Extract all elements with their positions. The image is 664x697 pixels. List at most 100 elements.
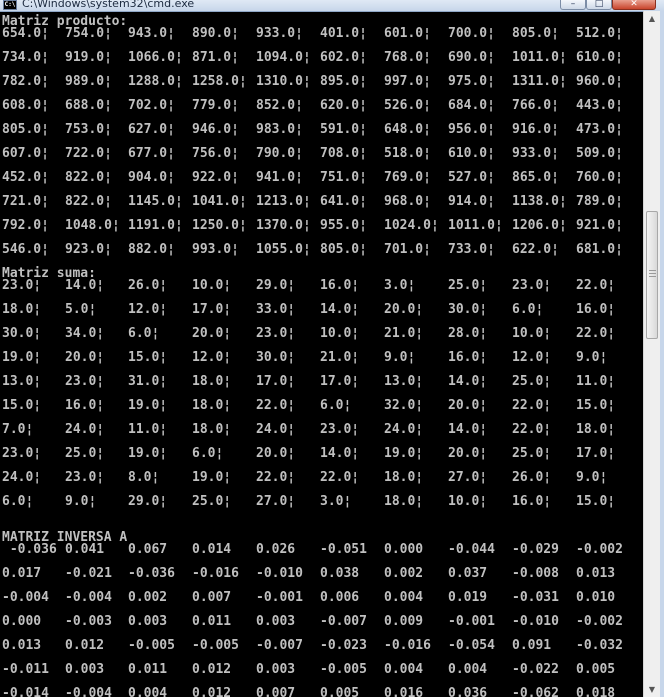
matrix-cell: 708.0¦ bbox=[320, 146, 367, 161]
matrix-cell: 760.0¦ bbox=[576, 170, 623, 185]
matrix-cell: -0.007 bbox=[256, 638, 303, 653]
matrix-cell: 733.0¦ bbox=[448, 242, 495, 257]
matrix-cell: 22.0¦ bbox=[512, 398, 552, 413]
matrix-cell: 620.0¦ bbox=[320, 98, 367, 113]
matrix-cell: 890.0¦ bbox=[192, 26, 239, 41]
matrix-cell: 922.0¦ bbox=[192, 170, 239, 185]
matrix-cell: 16.0¦ bbox=[448, 350, 488, 365]
matrix-cell: -0.032 bbox=[576, 638, 623, 653]
matrix-cell: 12.0¦ bbox=[512, 350, 552, 365]
matrix-cell: 919.0¦ bbox=[65, 50, 112, 65]
matrix-cell: -0.005 bbox=[192, 638, 239, 653]
matrix-cell: 23.0¦ bbox=[65, 374, 105, 389]
matrix-cell: 960.0¦ bbox=[576, 74, 623, 89]
matrix-cell: 16.0¦ bbox=[512, 494, 552, 509]
matrix-cell: 882.0¦ bbox=[128, 242, 175, 257]
minimize-button[interactable]: – bbox=[560, 0, 586, 10]
cmd-app-icon: C:\ bbox=[3, 0, 17, 10]
matrix-cell: -0.007 bbox=[320, 614, 367, 629]
matrix-cell: 16.0¦ bbox=[320, 278, 360, 293]
matrix-cell: 15.0¦ bbox=[128, 350, 168, 365]
matrix-cell: 10.0¦ bbox=[448, 494, 488, 509]
matrix-cell: -0.014 bbox=[2, 686, 49, 697]
matrix-cell: 681.0¦ bbox=[576, 242, 623, 257]
matrix-cell: 0.002 bbox=[384, 566, 424, 581]
matrix-cell: 17.0¦ bbox=[192, 302, 232, 317]
matrix-cell: 24.0¦ bbox=[2, 470, 42, 485]
matrix-cell: 23.0¦ bbox=[320, 422, 360, 437]
matrix-cell: 0.011 bbox=[192, 614, 232, 629]
matrix-cell: 25.0¦ bbox=[192, 494, 232, 509]
matrix-cell: 20.0¦ bbox=[256, 446, 296, 461]
matrix-cell: -0.016 bbox=[384, 638, 431, 653]
matrix-cell: 648.0¦ bbox=[384, 122, 431, 137]
scrollbar-thumb[interactable] bbox=[646, 211, 658, 339]
matrix-cell: 23.0¦ bbox=[2, 278, 42, 293]
matrix-cell: 19.0¦ bbox=[128, 446, 168, 461]
matrix-cell: 23.0¦ bbox=[256, 326, 296, 341]
matrix-cell: 23.0¦ bbox=[2, 446, 42, 461]
matrix-cell: -0.001 bbox=[256, 590, 303, 605]
matrix-cell: 852.0¦ bbox=[256, 98, 303, 113]
matrix-cell: -0.003 bbox=[65, 614, 112, 629]
matrix-cell: 1191.0¦ bbox=[128, 218, 183, 233]
matrix-cell: 0.013 bbox=[576, 566, 616, 581]
matrix-cell: 9.0¦ bbox=[65, 494, 97, 509]
matrix-cell: 684.0¦ bbox=[448, 98, 495, 113]
matrix-cell: 933.0¦ bbox=[512, 146, 559, 161]
matrix-cell: 20.0¦ bbox=[65, 350, 105, 365]
matrix-cell: 700.0¦ bbox=[448, 26, 495, 41]
matrix-cell: 18.0¦ bbox=[384, 494, 424, 509]
matrix-cell: 751.0¦ bbox=[320, 170, 367, 185]
scroll-down-icon[interactable]: ▼ bbox=[644, 682, 660, 697]
matrix-cell: -0.031 bbox=[512, 590, 559, 605]
console-output[interactable]: Matriz producto: 654.0¦ 754.0¦ 943.0¦ 890.0¦… bbox=[0, 11, 640, 697]
matrix-cell: 518.0¦ bbox=[384, 146, 431, 161]
matrix-cell: 1311.0¦ bbox=[512, 74, 567, 89]
matrix-cell: 3.0¦ bbox=[320, 494, 352, 509]
matrix-cell: 721.0¦ bbox=[2, 194, 49, 209]
maximize-button[interactable]: □ bbox=[586, 0, 612, 10]
matrix-cell: 14.0¦ bbox=[65, 278, 105, 293]
matrix-cell: 30.0¦ bbox=[2, 326, 42, 341]
matrix-cell: 701.0¦ bbox=[384, 242, 431, 257]
matrix-cell: 0.011 bbox=[128, 662, 168, 677]
matrix-cell: 0.018 bbox=[576, 686, 616, 697]
matrix-cell: -0.010 bbox=[512, 614, 559, 629]
matrix-cell: 943.0¦ bbox=[128, 26, 175, 41]
matrix-cell: 24.0¦ bbox=[65, 422, 105, 437]
scroll-up-icon[interactable]: ▲ bbox=[644, 11, 660, 26]
vertical-scrollbar[interactable]: ▲ ▼ bbox=[643, 11, 660, 697]
matrix-cell: 23.0¦ bbox=[65, 470, 105, 485]
matrix-cell: 0.000 bbox=[2, 614, 42, 629]
matrix-cell: 30.0¦ bbox=[448, 302, 488, 317]
matrix-cell: 20.0¦ bbox=[448, 446, 488, 461]
matrix-cell: 6.0¦ bbox=[128, 326, 160, 341]
matrix-cell: 0.007 bbox=[192, 590, 232, 605]
matrix-cell: 1055.0¦ bbox=[256, 242, 311, 257]
matrix-cell: -0.002 bbox=[576, 542, 623, 557]
matrix-cell: 0.009 bbox=[384, 614, 424, 629]
matrix-cell: 9.0¦ bbox=[576, 470, 608, 485]
matrix-cell: 0.000 bbox=[384, 542, 424, 557]
matrix-cell: 10.0¦ bbox=[320, 326, 360, 341]
matrix-cell: -0.044 bbox=[448, 542, 495, 557]
matrix-cell: -0.002 bbox=[576, 614, 623, 629]
matrix-cell: 14.0¦ bbox=[448, 374, 488, 389]
matrix-cell: 0.003 bbox=[128, 614, 168, 629]
matrix-cell: 789.0¦ bbox=[576, 194, 623, 209]
matrix-cell: 20.0¦ bbox=[384, 302, 424, 317]
matrix-cell: -0.036 bbox=[2, 542, 57, 557]
matrix-cell: -0.001 bbox=[448, 614, 495, 629]
matrix-cell: 0.037 bbox=[448, 566, 488, 581]
matrix-cell: 14.0¦ bbox=[320, 302, 360, 317]
matrix-cell: 933.0¦ bbox=[256, 26, 303, 41]
close-button[interactable]: ✕ bbox=[612, 0, 656, 10]
matrix-cell: 473.0¦ bbox=[576, 122, 623, 137]
matrix-cell: 14.0¦ bbox=[320, 446, 360, 461]
matrix-cell: 3.0¦ bbox=[384, 278, 416, 293]
matrix-cell: 26.0¦ bbox=[512, 470, 552, 485]
matrix-cell: 15.0¦ bbox=[576, 398, 616, 413]
matrix-cell: 9.0¦ bbox=[576, 350, 608, 365]
matrix-cell: 753.0¦ bbox=[65, 122, 112, 137]
